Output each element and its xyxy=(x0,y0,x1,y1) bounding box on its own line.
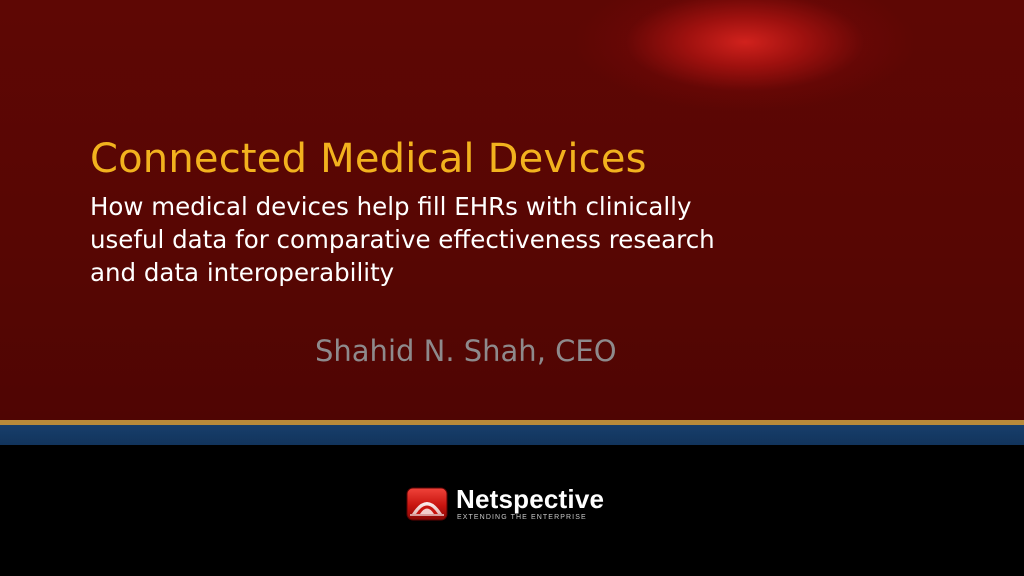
logo-text-block: Netspective EXTENDING THE ENTERPRISE xyxy=(456,486,604,521)
logo-tagline: EXTENDING THE ENTERPRISE xyxy=(457,514,587,521)
slide: Connected Medical Devices How medical de… xyxy=(0,0,1024,576)
subtitle-line-2: useful data for comparative effectivenes… xyxy=(90,225,715,254)
netspective-logo: Netspective EXTENDING THE ENTERPRISE xyxy=(406,486,604,521)
presenter-name: Shahid N. Shah, CEO xyxy=(315,334,617,368)
blue-divider-stripe xyxy=(0,425,1024,445)
slide-subtitle: How medical devices help fill EHRs with … xyxy=(90,190,930,289)
netspective-logo-icon xyxy=(406,487,448,520)
logo-wordmark: Netspective xyxy=(456,484,605,514)
subtitle-line-1: How medical devices help fill EHRs with … xyxy=(90,192,692,221)
subtitle-line-3: and data interoperability xyxy=(90,258,395,287)
slide-title: Connected Medical Devices xyxy=(90,136,647,182)
